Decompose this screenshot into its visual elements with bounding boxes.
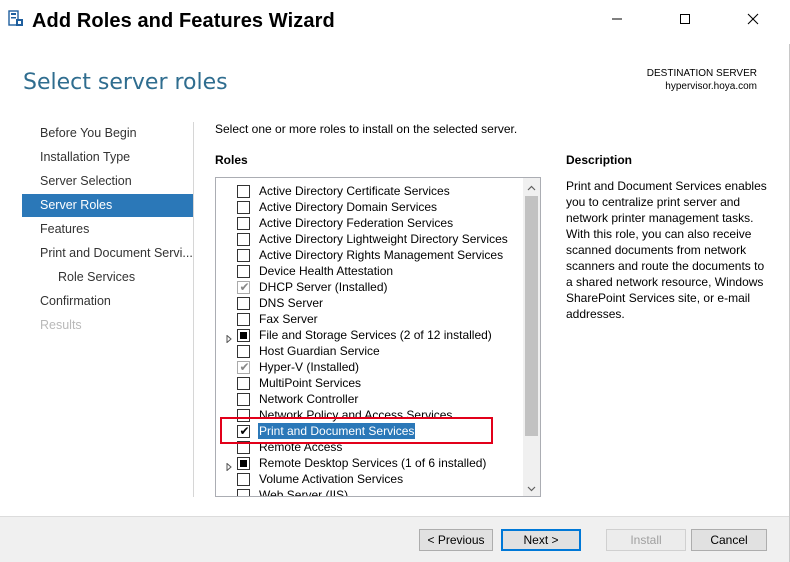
cancel-button[interactable]: Cancel [691,529,767,551]
previous-button[interactable]: < Previous [419,529,493,551]
role-row[interactable]: Volume Activation Services [216,471,524,487]
minimize-icon [611,13,623,28]
chevron-up-icon [527,180,536,194]
close-icon [747,13,759,28]
role-row[interactable]: Network Controller [216,391,524,407]
description-heading: Description [566,153,633,167]
scroll-up-button[interactable] [523,178,540,195]
wizard-header: Select server roles DESTINATION SERVER h… [0,44,789,114]
role-label: Web Server (IIS) [259,488,349,497]
wizard-window: Add Roles and Features Wizard Select ser… [0,0,790,562]
chevron-down-icon [527,481,536,495]
expand-arrow-icon[interactable] [225,331,233,344]
role-label: Hyper-V (Installed) [259,360,360,374]
nav-item-server-roles[interactable]: Server Roles [22,194,193,217]
role-checkbox[interactable] [237,185,250,198]
role-label: File and Storage Services (2 of 12 insta… [259,328,492,342]
roles-heading: Roles [215,153,248,167]
annotation-highlight-box [220,417,493,444]
role-label: MultiPoint Services [259,376,362,390]
checkmark-icon: ✔ [239,280,250,294]
roles-scrollbar[interactable] [523,178,540,496]
role-row[interactable]: Active Directory Domain Services [216,199,524,215]
nav-item-features[interactable]: Features [22,218,193,241]
window-title: Add Roles and Features Wizard [32,10,335,32]
role-row[interactable]: Active Directory Federation Services [216,215,524,231]
role-row[interactable]: Web Server (IIS) [216,487,524,497]
server-manager-icon [8,10,24,28]
maximize-icon [679,13,691,28]
role-row[interactable]: ✔ Hyper-V (Installed) [216,359,524,375]
role-label: DNS Server [259,296,324,310]
description-text: Print and Document Services enables you … [566,179,767,321]
role-checkbox: ✔ [237,280,250,294]
role-row[interactable]: DNS Server [216,295,524,311]
role-label: Device Health Attestation [259,264,394,278]
nav-item-confirmation[interactable]: Confirmation [22,290,193,313]
nav-item-role-services[interactable]: Role Services [22,266,193,289]
role-label: Active Directory Rights Management Servi… [259,248,504,262]
role-row[interactable]: File and Storage Services (2 of 12 insta… [216,327,524,344]
page-title: Select server roles [23,70,228,95]
role-checkbox[interactable] [237,329,250,342]
next-button[interactable]: Next > [501,529,581,551]
role-checkbox[interactable] [237,473,250,486]
close-button[interactable] [730,0,776,40]
nav-item-print-and-document-servi[interactable]: Print and Document Servi... [22,242,193,265]
role-row[interactable]: Active Directory Rights Management Servi… [216,247,524,263]
title-bar[interactable]: Add Roles and Features Wizard [0,0,790,44]
role-label: Volume Activation Services [259,472,404,486]
role-label: Fax Server [259,312,318,326]
nav-item-results: Results [40,318,82,332]
maximize-button[interactable] [662,0,708,40]
role-checkbox[interactable] [237,217,250,230]
roles-list[interactable]: Active Directory Certificate Services Act… [215,177,541,497]
role-checkbox[interactable] [237,297,250,310]
role-label: Network Controller [259,392,359,406]
scroll-thumb[interactable] [525,196,538,436]
wizard-navigation: Before You Begin Installation Type Server … [22,122,194,497]
scroll-down-button[interactable] [523,479,540,496]
role-label: Remote Desktop Services (1 of 6 installe… [259,456,487,470]
role-label: Host Guardian Service [259,344,380,358]
minimize-button[interactable] [594,0,640,40]
role-row[interactable]: Active Directory Lightweight Directory S… [216,231,524,247]
partial-check-icon [240,332,247,339]
role-label: DHCP Server (Installed) [259,280,388,294]
destination-server-name: hypervisor.hoya.com [665,81,757,92]
wizard-footer: < Previous Next > Install Cancel [0,516,789,562]
install-button[interactable]: Install [606,529,686,551]
role-checkbox[interactable] [237,489,250,496]
expand-arrow-icon[interactable] [225,459,233,472]
role-checkbox[interactable] [237,265,250,278]
role-label: Active Directory Federation Services [259,216,454,230]
nav-item-server-selection[interactable]: Server Selection [22,170,193,193]
nav-item-installation-type[interactable]: Installation Type [22,146,193,169]
role-label: Active Directory Certificate Services [259,184,450,198]
destination-server-label: DESTINATION SERVER [646,68,757,79]
checkmark-icon: ✔ [239,360,250,374]
role-label: Active Directory Domain Services [259,200,438,214]
role-checkbox[interactable] [237,345,250,358]
role-row[interactable]: Device Health Attestation [216,263,524,279]
role-checkbox[interactable] [237,313,250,326]
role-checkbox: ✔ [237,360,250,374]
role-checkbox[interactable] [237,233,250,246]
partial-check-icon [240,460,247,467]
role-row[interactable]: Fax Server [216,311,524,327]
instruction-text: Select one or more roles to install on t… [215,122,518,136]
role-row[interactable]: ✔ DHCP Server (Installed) [216,279,524,295]
role-label: Active Directory Lightweight Directory S… [259,232,508,246]
role-checkbox[interactable] [237,201,250,214]
role-checkbox[interactable] [237,249,250,262]
nav-item-before-you-begin[interactable]: Before You Begin [22,122,193,145]
role-row[interactable]: Active Directory Certificate Services [216,183,524,199]
roles-list-rows: Active Directory Certificate Services Act… [216,183,524,497]
role-checkbox[interactable] [237,393,250,406]
role-row[interactable]: Remote Desktop Services (1 of 6 installe… [216,455,524,472]
role-row[interactable]: Host Guardian Service [216,343,524,359]
role-row[interactable]: MultiPoint Services [216,375,524,391]
role-checkbox[interactable] [237,457,250,470]
role-checkbox[interactable] [237,377,250,390]
